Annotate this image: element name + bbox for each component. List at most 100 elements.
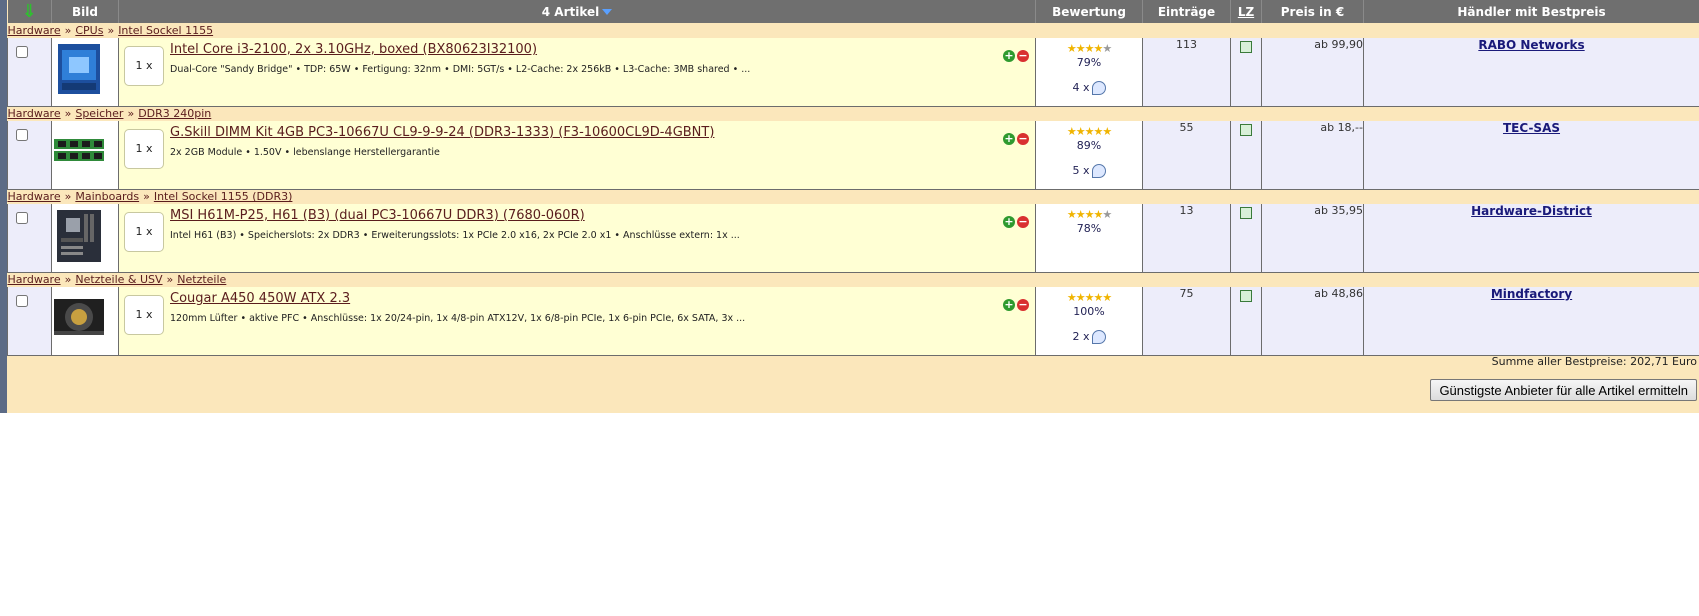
find-cheapest-button[interactable]: Günstigste Anbieter für alle Artikel erm… <box>1430 379 1697 401</box>
col-rating[interactable]: Bewertung <box>1035 0 1143 23</box>
star-icon: ★ <box>1102 125 1112 138</box>
breadcrumb-row: Hardware» Netzteile & USV» Netzteile <box>7 272 1699 287</box>
product-image[interactable] <box>51 121 119 190</box>
sort-desc-icon[interactable] <box>602 9 613 15</box>
col-articles[interactable]: 4 Artikel <box>118 0 1036 23</box>
col-entries[interactable]: Einträge <box>1142 0 1231 23</box>
breadcrumb-link[interactable]: Intel Sockel 1155 <box>118 24 213 37</box>
comment-icon[interactable] <box>1091 81 1106 95</box>
product-title-link[interactable]: G.Skill DIMM Kit 4GB PC3-10667U CL9-9-9-… <box>170 125 714 140</box>
availability-icon <box>1240 124 1252 136</box>
star-icon: ★ <box>1075 208 1086 221</box>
reviews-count[interactable]: 2 x <box>1072 330 1089 343</box>
product-title-link[interactable]: MSI H61M-P25, H61 (B3) (dual PC3-10667U … <box>170 208 585 223</box>
reviews-count[interactable]: 4 x <box>1072 81 1089 94</box>
select-all-arrow[interactable]: ⇓ <box>7 0 52 23</box>
quantity-field[interactable]: 1 x <box>124 212 164 252</box>
rating-stars[interactable]: ★★★★★ <box>1036 125 1142 138</box>
breadcrumb-link[interactable]: Mainboards <box>75 190 139 203</box>
articles-table: ⇓ Bild 4 Artikel Bewertung Einträge LZ P… <box>7 0 1699 356</box>
row-checkbox[interactable] <box>16 295 28 307</box>
row-checkbox[interactable] <box>16 129 28 141</box>
rating-stars[interactable]: ★★★★★ <box>1036 208 1142 221</box>
breadcrumb-link[interactable]: Netzteile & USV <box>75 273 162 286</box>
dealer-link[interactable]: RABO Networks <box>1478 38 1584 52</box>
product-cell: 1 x G.Skill DIMM Kit 4GB PC3-10667U CL9-9… <box>118 121 1036 190</box>
product-title-link[interactable]: Intel Core i3-2100, 2x 3.10GHz, boxed (B… <box>170 42 537 57</box>
dealer-link[interactable]: Hardware-District <box>1471 204 1592 218</box>
minus-icon[interactable]: − <box>1017 216 1029 228</box>
comment-icon[interactable] <box>1091 330 1106 344</box>
breadcrumb: Hardware» Speicher» DDR3 240pin <box>7 106 1699 121</box>
product-image[interactable] <box>51 204 119 273</box>
breadcrumb-separator: » <box>64 273 72 287</box>
col-lz[interactable]: LZ <box>1230 0 1262 23</box>
plus-icon[interactable]: + <box>1003 133 1015 145</box>
product-image[interactable] <box>51 38 119 107</box>
minus-icon[interactable]: − <box>1017 50 1029 62</box>
table-row: 1 x G.Skill DIMM Kit 4GB PC3-10667U CL9-9… <box>7 121 1699 190</box>
breadcrumb-separator: » <box>143 190 150 204</box>
breadcrumb-link[interactable]: Netzteile <box>177 273 226 286</box>
breadcrumb-separator: » <box>64 107 72 121</box>
row-checkbox[interactable] <box>16 212 28 224</box>
col-price[interactable]: Preis in € <box>1261 0 1364 23</box>
breadcrumb-link[interactable]: Speicher <box>75 107 123 120</box>
star-icon: ★ <box>1093 125 1103 138</box>
select-cell <box>7 204 52 273</box>
breadcrumb: Hardware» CPUs» Intel Sockel 1155 <box>7 23 1699 38</box>
breadcrumb-link[interactable]: Intel Sockel 1155 (DDR3) <box>154 190 293 203</box>
best-price: ab 99,90 <box>1261 38 1364 107</box>
add-remove-controls: + − <box>1001 127 1029 146</box>
select-cell <box>7 287 52 356</box>
breadcrumb-link[interactable]: Hardware <box>8 107 61 120</box>
quantity-field[interactable]: 1 x <box>124 129 164 169</box>
plus-icon[interactable]: + <box>1003 299 1015 311</box>
table-row: 1 x Intel Core i3-2100, 2x 3.10GHz, boxed… <box>7 38 1699 107</box>
breadcrumb-link[interactable]: Hardware <box>8 190 61 203</box>
star-icon: ★ <box>1066 291 1077 304</box>
entries-count: 113 <box>1142 38 1231 107</box>
dealer-cell: TEC-SAS <box>1363 121 1699 190</box>
availability-icon <box>1240 207 1252 219</box>
select-cell <box>7 38 52 107</box>
reviews-link[interactable]: 5 x <box>1036 164 1142 178</box>
rating-cell: ★★★★★ 79% 4 x <box>1035 38 1143 107</box>
col-dealer: Händler mit Bestpreis <box>1363 0 1699 23</box>
quantity-field[interactable]: 1 x <box>124 46 164 86</box>
col-lz-label[interactable]: LZ <box>1238 5 1254 19</box>
product-title-link[interactable]: Cougar A450 450W ATX 2.3 <box>170 291 350 306</box>
comparison-panel: ⇓ Bild 4 Artikel Bewertung Einträge LZ P… <box>0 0 1699 413</box>
reviews-link[interactable]: 2 x <box>1036 330 1142 344</box>
col-articles-label[interactable]: 4 Artikel <box>542 5 600 19</box>
table-header: ⇓ Bild 4 Artikel Bewertung Einträge LZ P… <box>7 0 1699 23</box>
table-row: 1 x MSI H61M-P25, H61 (B3) (dual PC3-1066… <box>7 204 1699 273</box>
arrow-down-icon[interactable]: ⇓ <box>22 1 37 22</box>
add-remove-controls: + − <box>1001 293 1029 312</box>
minus-icon[interactable]: − <box>1017 133 1029 145</box>
col-image: Bild <box>51 0 119 23</box>
comment-icon[interactable] <box>1091 164 1106 178</box>
reviews-link[interactable]: 4 x <box>1036 81 1142 95</box>
rating-stars[interactable]: ★★★★★ <box>1036 291 1142 304</box>
breadcrumb-link[interactable]: CPUs <box>75 24 103 37</box>
rating-stars[interactable]: ★★★★★ <box>1036 42 1142 55</box>
breadcrumb-link[interactable]: Hardware <box>8 273 61 286</box>
product-image[interactable] <box>51 287 119 356</box>
dealer-link[interactable]: TEC-SAS <box>1503 121 1560 135</box>
plus-icon[interactable]: + <box>1003 216 1015 228</box>
reviews-count[interactable]: 5 x <box>1072 164 1089 177</box>
product-cell: 1 x Cougar A450 450W ATX 2.3 120mm Lüfter … <box>118 287 1036 356</box>
row-checkbox[interactable] <box>16 46 28 58</box>
quantity-field[interactable]: 1 x <box>124 295 164 335</box>
breadcrumb-separator: » <box>64 24 72 37</box>
breadcrumb-link[interactable]: Hardware <box>8 24 61 37</box>
star-icon: ★ <box>1102 42 1112 55</box>
dealer-link[interactable]: Mindfactory <box>1491 287 1572 301</box>
plus-icon[interactable]: + <box>1003 50 1015 62</box>
availability-icon <box>1240 41 1252 53</box>
breadcrumb-link[interactable]: DDR3 240pin <box>138 107 211 120</box>
minus-icon[interactable]: − <box>1017 299 1029 311</box>
star-icon: ★ <box>1093 42 1103 55</box>
breadcrumb-separator: » <box>127 107 135 121</box>
